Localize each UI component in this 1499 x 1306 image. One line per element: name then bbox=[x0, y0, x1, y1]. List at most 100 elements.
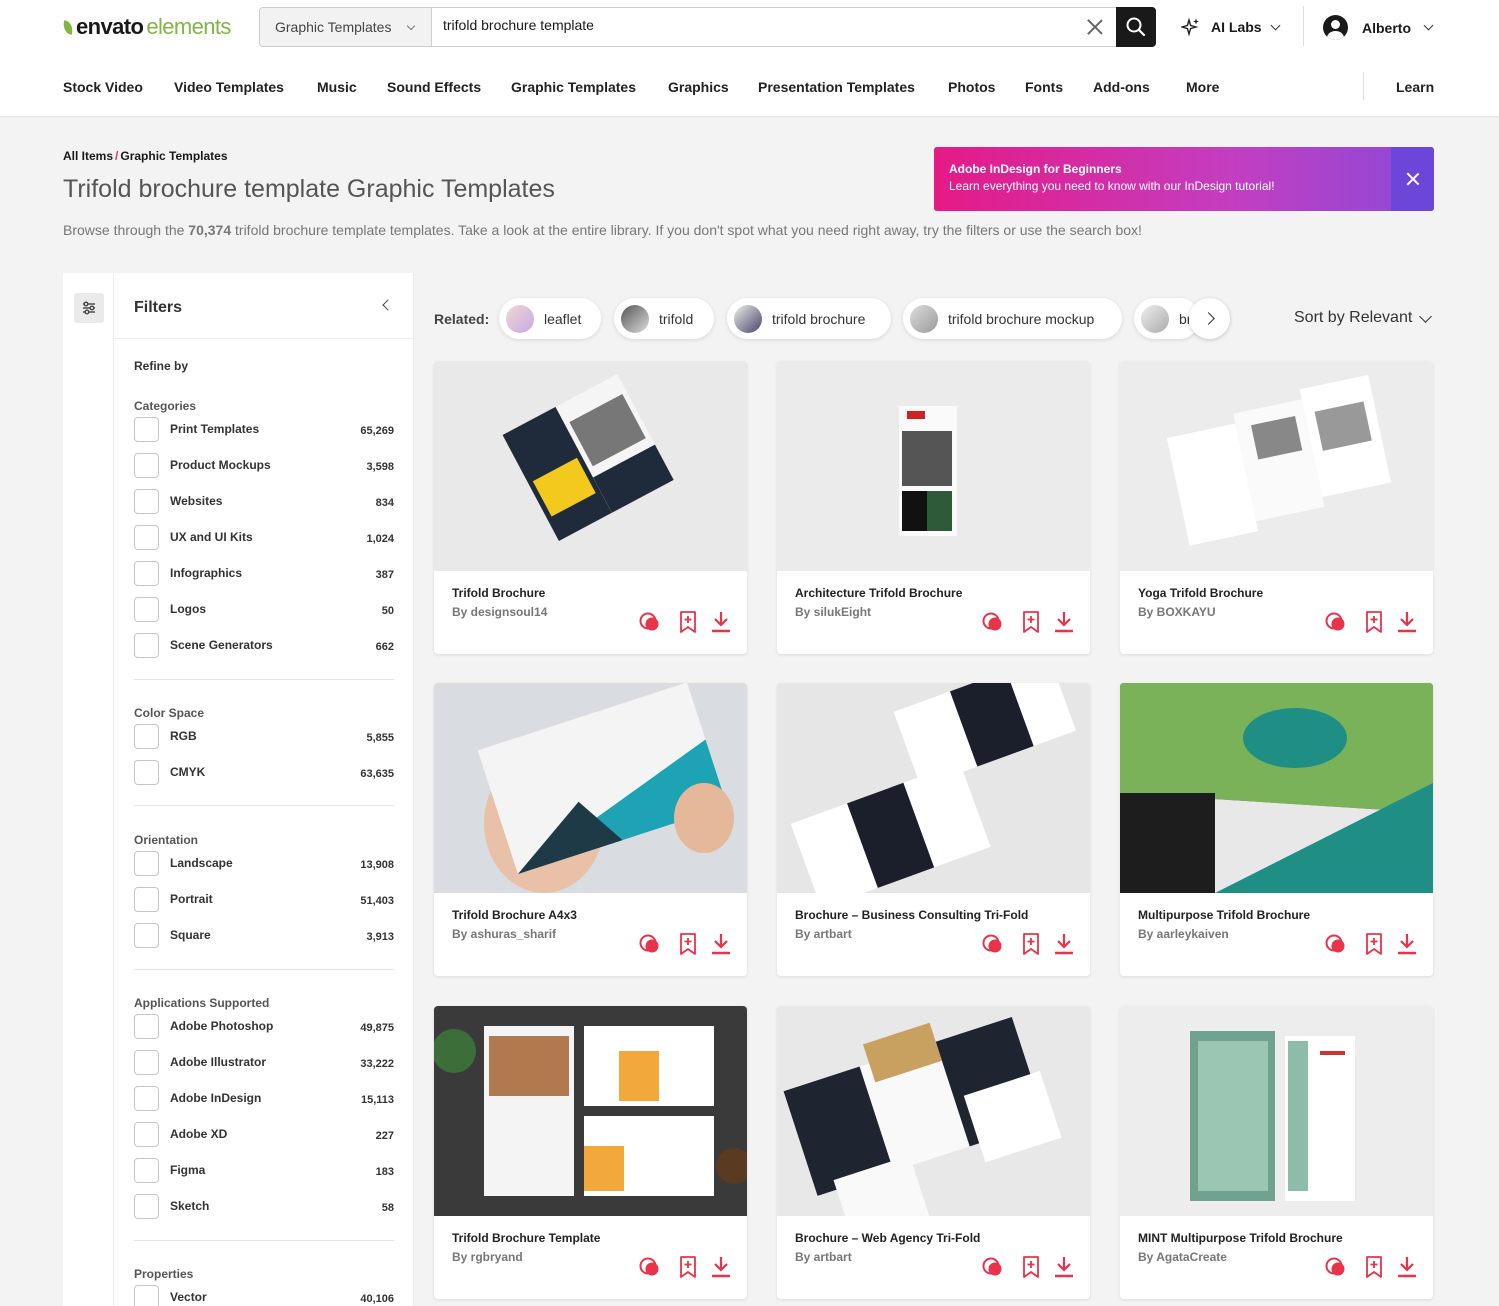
nav-graphic-templates[interactable]: Graphic Templates bbox=[511, 79, 636, 95]
item-author[interactable]: By silukEight bbox=[795, 605, 871, 619]
related-chip-leaflet[interactable]: leaflet bbox=[499, 298, 601, 339]
item-title[interactable]: Brochure – Business Consulting Tri-Fold bbox=[795, 908, 1028, 922]
item-thumbnail[interactable] bbox=[434, 1006, 747, 1216]
item-author[interactable]: By artbart bbox=[795, 1250, 852, 1264]
item-card[interactable]: Architecture Trifold Brochure By silukEig… bbox=[777, 361, 1090, 654]
item-thumbnail[interactable] bbox=[777, 683, 1090, 893]
bookmark-add-icon[interactable] bbox=[1362, 1255, 1386, 1279]
checkbox[interactable] bbox=[134, 1122, 159, 1147]
chevron-right-icon[interactable] bbox=[1189, 298, 1230, 339]
checkbox[interactable] bbox=[134, 923, 159, 948]
filter-option[interactable]: Logos 50 bbox=[134, 597, 394, 622]
item-card[interactable]: Yoga Trifold Brochure By BOXKAYU bbox=[1120, 361, 1433, 654]
filter-option[interactable]: Portrait 51,403 bbox=[134, 887, 394, 912]
filter-option[interactable]: Square 3,913 bbox=[134, 923, 394, 948]
checkbox[interactable] bbox=[134, 887, 159, 912]
nav-video-templates[interactable]: Video Templates bbox=[174, 79, 284, 95]
ai-labs-menu[interactable]: AI Labs bbox=[1181, 17, 1281, 37]
sort-dropdown[interactable]: Sort by Relevant bbox=[1294, 309, 1433, 327]
item-author[interactable]: By rgbryand bbox=[452, 1250, 523, 1264]
ai-preview-icon[interactable] bbox=[981, 932, 1005, 956]
download-icon[interactable] bbox=[1395, 610, 1419, 634]
filter-option[interactable]: Adobe XD 227 bbox=[134, 1122, 394, 1147]
download-icon[interactable] bbox=[1052, 932, 1076, 956]
filter-option[interactable]: Websites 834 bbox=[134, 489, 394, 514]
bookmark-add-icon[interactable] bbox=[1362, 932, 1386, 956]
checkbox[interactable] bbox=[134, 1285, 159, 1306]
filter-option[interactable]: Sketch 58 bbox=[134, 1194, 394, 1219]
checkbox[interactable] bbox=[134, 1014, 159, 1039]
item-card[interactable]: Trifold Brochure By designsoul14 bbox=[434, 361, 747, 654]
bookmark-add-icon[interactable] bbox=[676, 610, 700, 634]
search-category-select[interactable]: Graphic Templates bbox=[260, 8, 432, 46]
checkbox[interactable] bbox=[134, 489, 159, 514]
item-author[interactable]: By AgataCreate bbox=[1138, 1250, 1227, 1264]
item-card[interactable]: Brochure – Web Agency Tri-Fold By artbart bbox=[777, 1006, 1090, 1299]
search-input[interactable] bbox=[443, 17, 1083, 33]
checkbox[interactable] bbox=[134, 724, 159, 749]
nav-fonts[interactable]: Fonts bbox=[1025, 79, 1063, 95]
bookmark-add-icon[interactable] bbox=[1019, 610, 1043, 634]
item-thumbnail[interactable] bbox=[434, 361, 747, 571]
checkbox[interactable] bbox=[134, 633, 159, 658]
filter-option[interactable]: Adobe Photoshop 49,875 bbox=[134, 1014, 394, 1039]
item-card[interactable]: Multipurpose Trifold Brochure By aarleyka… bbox=[1120, 683, 1433, 976]
download-icon[interactable] bbox=[709, 932, 733, 956]
item-thumbnail[interactable] bbox=[777, 1006, 1090, 1216]
nav-music[interactable]: Music bbox=[317, 79, 357, 95]
filter-option[interactable]: Figma 183 bbox=[134, 1158, 394, 1183]
item-card[interactable]: Brochure – Business Consulting Tri-Fold B… bbox=[777, 683, 1090, 976]
checkbox[interactable] bbox=[134, 1086, 159, 1111]
item-author[interactable]: By artbart bbox=[795, 927, 852, 941]
item-author[interactable]: By ashuras_sharif bbox=[452, 927, 556, 941]
nav-presentation-templates[interactable]: Presentation Templates bbox=[758, 79, 915, 95]
related-chip-trifold-brochure[interactable]: trifold brochure bbox=[727, 298, 891, 339]
nav-add-ons[interactable]: Add-ons bbox=[1093, 79, 1150, 95]
item-title[interactable]: Trifold Brochure bbox=[452, 586, 545, 600]
item-author[interactable]: By designsoul14 bbox=[452, 605, 547, 619]
filter-option[interactable]: Adobe InDesign 15,113 bbox=[134, 1086, 394, 1111]
item-thumbnail[interactable] bbox=[1120, 361, 1433, 571]
checkbox[interactable] bbox=[134, 561, 159, 586]
filter-option[interactable]: Print Templates 65,269 bbox=[134, 417, 394, 442]
ai-preview-icon[interactable] bbox=[638, 1255, 662, 1279]
checkbox[interactable] bbox=[134, 1050, 159, 1075]
nav-photos[interactable]: Photos bbox=[948, 79, 995, 95]
envato-elements-logo[interactable]: envato elements bbox=[61, 14, 231, 40]
collapse-filters-icon[interactable] bbox=[382, 299, 394, 311]
related-chip-trifold-brochure-mockup[interactable]: trifold brochure mockup bbox=[903, 298, 1122, 339]
item-title[interactable]: Trifold Brochure A4x3 bbox=[452, 908, 577, 922]
download-icon[interactable] bbox=[709, 1255, 733, 1279]
filter-toggle-button[interactable] bbox=[74, 293, 104, 323]
user-menu[interactable]: Alberto bbox=[1323, 15, 1434, 40]
checkbox[interactable] bbox=[134, 760, 159, 785]
item-thumbnail[interactable] bbox=[777, 361, 1090, 571]
breadcrumb-all-items[interactable]: All Items bbox=[63, 149, 113, 163]
item-title[interactable]: Yoga Trifold Brochure bbox=[1138, 586, 1263, 600]
ai-preview-icon[interactable] bbox=[1324, 610, 1348, 634]
ai-preview-icon[interactable] bbox=[981, 1255, 1005, 1279]
filter-option[interactable]: RGB 5,855 bbox=[134, 724, 394, 749]
nav-more[interactable]: More bbox=[1186, 79, 1219, 95]
bookmark-add-icon[interactable] bbox=[1019, 1255, 1043, 1279]
nav-stock-video[interactable]: Stock Video bbox=[63, 79, 143, 95]
bookmark-add-icon[interactable] bbox=[676, 1255, 700, 1279]
item-thumbnail[interactable] bbox=[434, 683, 747, 893]
filter-option[interactable]: Vector 40,106 bbox=[134, 1285, 394, 1306]
nav-sound-effects[interactable]: Sound Effects bbox=[387, 79, 481, 95]
item-title[interactable]: Brochure – Web Agency Tri-Fold bbox=[795, 1231, 980, 1245]
ai-preview-icon[interactable] bbox=[638, 932, 662, 956]
item-thumbnail[interactable] bbox=[1120, 683, 1433, 893]
checkbox[interactable] bbox=[134, 525, 159, 550]
ai-preview-icon[interactable] bbox=[638, 610, 662, 634]
download-icon[interactable] bbox=[1395, 1255, 1419, 1279]
bookmark-add-icon[interactable] bbox=[676, 932, 700, 956]
nav-graphics[interactable]: Graphics bbox=[668, 79, 729, 95]
related-chip-trifold[interactable]: trifold bbox=[614, 298, 714, 339]
close-icon[interactable] bbox=[1391, 147, 1434, 211]
filter-option[interactable]: Scene Generators 662 bbox=[134, 633, 394, 658]
item-card[interactable]: Trifold Brochure A4x3 By ashuras_sharif bbox=[434, 683, 747, 976]
item-card[interactable]: MINT Multipurpose Trifold Brochure By Aga… bbox=[1120, 1006, 1433, 1299]
checkbox[interactable] bbox=[134, 1194, 159, 1219]
checkbox[interactable] bbox=[134, 851, 159, 876]
